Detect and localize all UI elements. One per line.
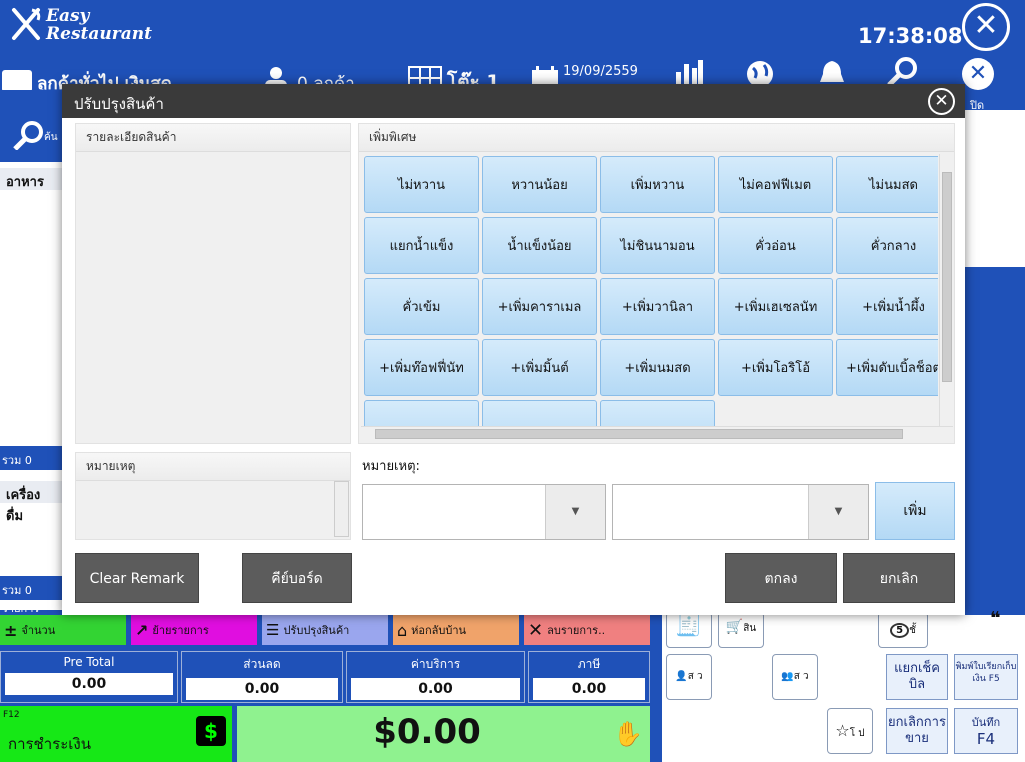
pre-total-box: Pre Total 0.00 — [0, 651, 178, 703]
cart-icon: 🛒 — [725, 619, 744, 635]
save-button[interactable]: บันทึก F4 — [954, 708, 1018, 754]
extras-label: เพิ่มพิเศษ — [359, 124, 954, 152]
customer-icon — [2, 70, 32, 92]
option-light-roast[interactable]: คั่วอ่อน — [718, 217, 833, 274]
list-icon: ☰ — [266, 621, 280, 639]
option-less-ice[interactable]: น้ำแข็งน้อย — [482, 217, 597, 274]
dollar-icon: $ — [196, 716, 226, 746]
modify-item-button[interactable]: ☰ ปรับปรุงสินค้า — [262, 615, 388, 645]
receipt-icon[interactable]: 🧾 — [666, 612, 712, 648]
cart-button[interactable]: 🛒สิน — [718, 612, 764, 648]
service-charge-box: ค่าบริการ 0.00 — [346, 651, 525, 703]
grand-total: $0.00 ✋ — [237, 706, 650, 762]
option-add-caramel[interactable]: +เพิ่มคาราเมล — [482, 278, 597, 335]
quote-icon: ❝ — [990, 608, 1001, 629]
side-strip-blue — [965, 267, 1025, 615]
logo-line1: Easy — [46, 6, 90, 26]
drinks-total: รวม 0 รายการ — [0, 576, 62, 615]
search-icon[interactable] — [12, 120, 46, 154]
takeaway-button[interactable]: ⌂ ห่อกลับบ้าน — [393, 615, 519, 645]
extras-grid: ไม่หวาน หวานน้อย เพิ่มหวาน ไม่คอฟฟีเมต ไ… — [361, 154, 938, 432]
scroll-thumb[interactable] — [942, 172, 952, 382]
item-detail-label: รายละเอียดสินค้า — [76, 124, 350, 152]
scroll-thumb[interactable] — [375, 429, 903, 439]
option-add-honey[interactable]: +เพิ่มน้ำผึ้ง — [836, 278, 938, 335]
option-add-mint[interactable]: +เพิ่มมิ้นต์ — [482, 339, 597, 396]
ok-button[interactable]: ตกลง — [725, 553, 837, 603]
split-bill-button[interactable]: แยกเช็คบิล — [886, 654, 948, 700]
cancel-sale-button[interactable]: ยกเลิกการขาย — [886, 708, 948, 754]
house-icon: ⌂ — [397, 620, 408, 640]
chevron-down-icon[interactable]: ▼ — [808, 485, 868, 539]
option-add-fresh-milk[interactable]: +เพิ่มนมสด — [600, 339, 715, 396]
dialog-title: ปรับปรุงสินค้า — [62, 84, 965, 118]
food-header: อาหาร — [0, 168, 62, 190]
side-strip — [965, 110, 1025, 267]
option-no-creamer[interactable]: ไม่คอฟฟีเมต — [718, 156, 833, 213]
dialog-close-button[interactable]: ✕ — [928, 88, 955, 115]
option-less-sweet[interactable]: หวานน้อย — [482, 156, 597, 213]
star-icon: ☆ — [835, 721, 850, 740]
quantity-button[interactable]: ± จำนวน — [0, 615, 126, 645]
option-no-cinnamon[interactable]: ไม่ชินนามอน — [600, 217, 715, 274]
extras-horizontal-scrollbar[interactable] — [361, 426, 953, 441]
remark-panel: หมายเหตุ — [75, 452, 351, 540]
option-no-sweet[interactable]: ไม่หวาน — [364, 156, 479, 213]
tax-box: ภาษี 0.00 — [528, 651, 650, 703]
keyboard-button[interactable]: คีย์บอร์ด — [242, 553, 352, 603]
close-icon[interactable]: ✕ — [962, 58, 994, 90]
remark-select-1[interactable]: ▼ — [362, 484, 606, 540]
extras-vertical-scrollbar[interactable] — [939, 154, 954, 432]
grand-total-value: $0.00 — [373, 712, 481, 752]
date: 19/09/2559 — [563, 64, 638, 79]
delete-item-button[interactable]: ✕ ลบรายการ.. — [524, 615, 650, 645]
seat-icon: 👤 — [675, 671, 688, 682]
payment-shortcut: F12 — [3, 710, 20, 720]
payment-label: การชำระเงิน — [8, 735, 91, 753]
chevron-down-icon[interactable]: ▼ — [545, 485, 605, 539]
option-add-hazelnut[interactable]: +เพิ่มเฮเซลนัท — [718, 278, 833, 335]
search-label[interactable]: ค้น — [44, 130, 58, 145]
cash-hand-icon: ✋ — [613, 720, 643, 748]
cancel-button[interactable]: ยกเลิก — [843, 553, 955, 603]
option-add-oreo[interactable]: +เพิ่มโอริโอ้ — [718, 339, 833, 396]
exit-button[interactable]: ✕ — [962, 3, 1010, 51]
remark-box-label: หมายเหตุ — [76, 453, 350, 481]
remark-label: หมายเหตุ: — [362, 459, 420, 474]
option-add-toffee-nut[interactable]: +เพิ่มท๊อฟฟี่นัท — [364, 339, 479, 396]
option-add-double-shot[interactable]: +เพิ่มดับเบิ้ลช็อต — [836, 339, 938, 396]
food-total: รวม 0 รายการ — [0, 446, 62, 485]
seat-button-2[interactable]: 👥ส ว — [772, 654, 818, 700]
move-item-button[interactable]: ↗ ย้ายรายการ — [131, 615, 257, 645]
option-no-milk[interactable]: ไม่นมสด — [836, 156, 938, 213]
add-remark-button[interactable]: เพิ่ม — [875, 482, 955, 540]
favorite-button[interactable]: ☆โ ป — [827, 708, 873, 754]
x-icon: ✕ — [528, 619, 544, 641]
five-button[interactable]: 5 ชั้ — [878, 612, 928, 648]
five-icon: 5 — [890, 623, 910, 638]
seats-icon: 👥 — [781, 671, 794, 682]
logo-line2: Restaurant — [46, 24, 152, 44]
payment-button[interactable]: F12 การชำระเงิน $ — [0, 706, 232, 762]
modify-item-dialog: ปรับปรุงสินค้า ✕ รายละเอียดสินค้า เพิ่มพ… — [62, 84, 965, 615]
discount-box: ส่วนลด 0.00 — [181, 651, 343, 703]
print-bill-button[interactable]: พิมพ์ใบเรียกเก็บเงิน F5 — [954, 654, 1018, 700]
option-dark-roast[interactable]: คั่วเข้ม — [364, 278, 479, 335]
option-add-vanilla[interactable]: +เพิ่มวานิลา — [600, 278, 715, 335]
item-detail-panel: รายละเอียดสินค้า — [75, 123, 351, 444]
fork-knife-icon — [12, 8, 41, 40]
option-medium-roast[interactable]: คั่วกลาง — [836, 217, 938, 274]
drinks-header: เครื่องดื่ม — [0, 481, 62, 524]
remark-select-2[interactable]: ▼ — [612, 484, 869, 540]
option-separate-ice[interactable]: แยกน้ำแข็ง — [364, 217, 479, 274]
clear-remark-button[interactable]: Clear Remark — [75, 553, 199, 603]
clock: 17:38:08 — [858, 24, 963, 48]
plus-minus-icon: ± — [4, 620, 18, 640]
remark-scrollbar[interactable] — [334, 481, 349, 537]
option-more-sweet[interactable]: เพิ่มหวาน — [600, 156, 715, 213]
app-logo — [8, 6, 44, 46]
seat-button-1[interactable]: 👤ส ว — [666, 654, 712, 700]
arrow-icon: ↗ — [135, 620, 149, 640]
